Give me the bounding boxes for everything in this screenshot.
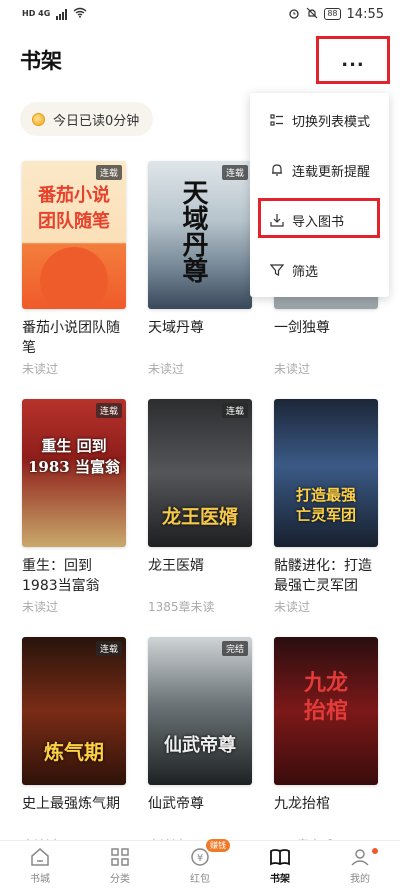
page-title: 书架 [20,49,62,73]
book-status: 未读过 [148,362,185,376]
status-right: 88 14:55 [288,7,384,22]
book-status: 未读过 [274,362,311,376]
book-title: 一剑独尊 [274,320,330,336]
book-title: 龙王医婿 [148,558,204,574]
cover-title: 仙武帝尊 [164,735,236,756]
tab-bookshelf[interactable]: 书架 [250,846,310,885]
coin-icon [32,112,45,126]
grid-icon [109,846,131,868]
reading-time-pill[interactable]: 今日已读0分钟 [20,102,154,136]
menu-item-label: 切换列表模式 [292,114,371,130]
cover-title: 九龙 抬棺 [303,670,348,724]
serial-badge: 连载 [221,165,248,180]
signal-icon [56,8,68,20]
tab-red-packet[interactable]: ¥ 赚钱 红包 [170,839,230,885]
serial-badge: 连载 [221,403,248,418]
book-card[interactable]: 炼气期 连载 史上最强炼气期 未读过 [22,637,126,853]
network-label: HD 4G [22,9,51,18]
cover-title: 番茄小说 团队随笔 [38,185,110,232]
menu-item-label: 筛选 [292,264,319,280]
book-title: 史上最强炼气期 [22,796,120,812]
more-dots-icon: ... [341,49,365,71]
alarm-icon [288,7,300,22]
book-icon [269,846,291,868]
menu-item-update-reminder[interactable]: 连载更新提醒 [250,145,389,195]
book-cover[interactable]: 仙武帝尊 完结 [148,637,252,785]
filter-icon [270,263,284,277]
book-cover[interactable]: 番茄小说 团队随笔 连载 [22,161,126,309]
book-title: 九龙抬棺 [274,796,330,812]
tab-label: 书架 [270,874,290,885]
notification-dot [372,848,378,854]
user-icon [349,846,371,868]
clock: 14:55 [346,6,384,22]
book-title: 番茄小说团队随笔 [22,320,120,356]
tab-me[interactable]: 我的 [330,846,390,885]
book-card[interactable]: 天域丹尊 连载 天域丹尊 未读过 [148,161,252,377]
book-card[interactable]: 番茄小说 团队随笔 连载 番茄小说团队随笔 未读过 [22,161,126,377]
more-options-menu: 切换列表模式 连载更新提醒 导入图书 筛选 [250,93,389,297]
book-cover[interactable]: 天域丹尊 连载 [148,161,252,309]
serial-badge: 连载 [95,641,122,656]
tab-label: 分类 [110,874,130,885]
menu-item-list-mode[interactable]: 切换列表模式 [250,95,389,145]
status-left: HD 4G [22,7,87,21]
book-title: 仙武帝尊 [148,796,204,812]
tab-label: 书城 [30,874,50,885]
cover-art [40,247,108,309]
header: 书架 ... [20,36,390,84]
bell-icon [270,163,284,177]
book-status: 未读过 [22,362,59,376]
book-cover[interactable]: 打造最强 亡灵军团 [274,399,378,547]
book-card[interactable]: 重生 回到1983 当富翁 连载 重生：回到1983当富翁 未读过 [22,399,126,615]
wifi-icon [73,7,87,21]
cover-title: 打造最强 亡灵军团 [295,486,356,524]
book-status: 1385章未读 [148,600,215,614]
menu-item-filter[interactable]: 筛选 [250,245,389,295]
book-card[interactable]: 九龙 抬棺 九龙抬棺 715章未听 [274,637,378,853]
book-cover[interactable]: 炼气期 连载 [22,637,126,785]
cover-title: 炼气期 [44,740,104,764]
tab-category[interactable]: 分类 [90,846,150,885]
home-icon [29,846,51,868]
more-options-button[interactable]: ... [316,36,390,84]
serial-badge: 连载 [95,403,122,418]
earn-badge: 赚钱 [206,839,230,852]
tab-label: 红包 [190,874,210,885]
book-cover[interactable]: 龙王医婿 连载 [148,399,252,547]
book-status: 未读过 [22,600,59,614]
book-title: 天域丹尊 [148,320,204,336]
status-bar: HD 4G 88 14:55 [0,0,400,28]
bottom-tab-bar: 书城 分类 ¥ 赚钱 红包 书架 我的 [0,839,400,888]
book-status: 未读过 [274,600,311,614]
cover-title: 天域丹尊 [178,179,208,283]
tab-label: 我的 [350,874,370,885]
book-card[interactable]: 打造最强 亡灵军团 骷髅进化：打造最强亡灵军团 未读过 [274,399,378,615]
reading-time-text: 今日已读0分钟 [53,113,140,129]
book-title: 骷髅进化：打造最强亡灵军团 [274,558,372,594]
book-title: 重生：回到1983当富翁 [22,558,100,594]
book-card[interactable]: 龙王医婿 连载 龙王医婿 1385章未读 [148,399,252,615]
book-cover[interactable]: 重生 回到1983 当富翁 连载 [22,399,126,547]
mute-icon [306,7,318,22]
battery-level: 88 [324,8,341,20]
cover-title: 重生 回到1983 当富翁 [28,437,120,476]
menu-item-label: 连载更新提醒 [292,164,371,180]
list-icon [270,113,284,127]
cover-title: 龙王医婿 [161,506,238,528]
serial-badge: 连载 [95,165,122,180]
completed-badge: 完结 [221,641,248,656]
svg-text:¥: ¥ [197,853,203,864]
book-cover[interactable]: 九龙 抬棺 [274,637,378,785]
tab-bookstore[interactable]: 书城 [10,846,70,885]
book-card[interactable]: 仙武帝尊 完结 仙武帝尊 未读过 [148,637,252,853]
import-highlight-frame [258,198,380,238]
